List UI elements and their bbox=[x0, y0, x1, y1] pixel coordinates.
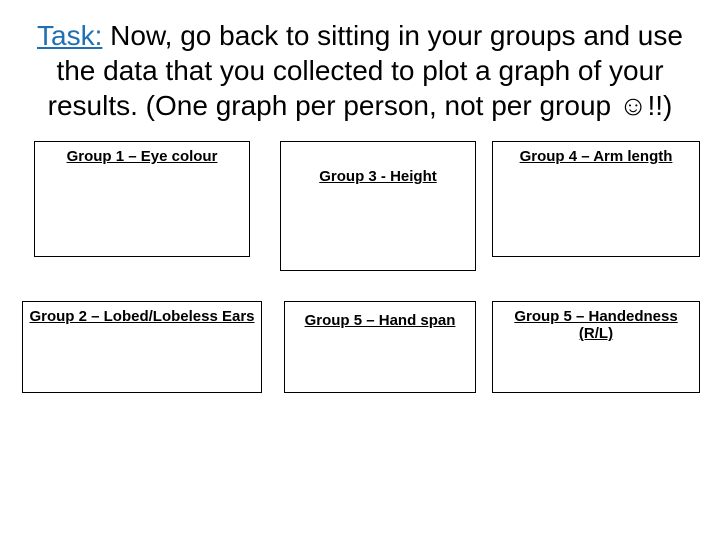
box-label: Group 4 – Arm length bbox=[499, 148, 693, 165]
task-label: Task: bbox=[37, 20, 102, 51]
box-group-1-eye-colour: Group 1 – Eye colour bbox=[34, 141, 250, 257]
task-text: Now, go back to sitting in your groups a… bbox=[48, 20, 683, 121]
box-group-2-lobed-ears: Group 2 – Lobed/Lobeless Ears bbox=[22, 301, 262, 393]
task-heading: Task: Now, go back to sitting in your gr… bbox=[28, 18, 692, 123]
slide: Task: Now, go back to sitting in your gr… bbox=[0, 0, 720, 540]
box-label: Group 2 – Lobed/Lobeless Ears bbox=[29, 308, 255, 325]
boxes-area: Group 1 – Eye colour Group 3 - Height Gr… bbox=[20, 141, 700, 461]
box-group-5-handedness: Group 5 – Handedness (R/L) bbox=[492, 301, 700, 393]
box-group-3-height: Group 3 - Height bbox=[280, 141, 476, 271]
box-label: Group 3 - Height bbox=[287, 168, 469, 185]
box-label: Group 5 – Handedness (R/L) bbox=[499, 308, 693, 342]
box-label: Group 1 – Eye colour bbox=[41, 148, 243, 165]
box-label: Group 5 – Hand span bbox=[291, 312, 469, 329]
box-group-4-arm-length: Group 4 – Arm length bbox=[492, 141, 700, 257]
box-group-5-hand-span: Group 5 – Hand span bbox=[284, 301, 476, 393]
